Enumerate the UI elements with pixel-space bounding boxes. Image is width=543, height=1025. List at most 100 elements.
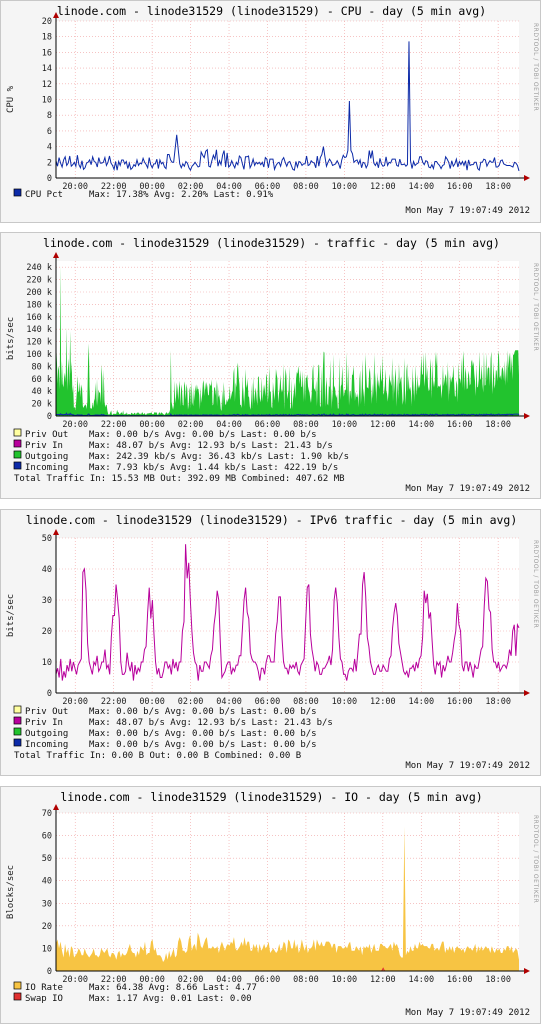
x-tick-label: 18:00 — [485, 420, 511, 430]
y-tick-label: 20 — [42, 922, 52, 932]
x-tick-label: 14:00 — [408, 182, 434, 192]
legend-stats: Max: 48.07 b/s Avg: 12.93 b/s Last: 21.4… — [89, 718, 333, 728]
timestamp: Mon May 7 19:07:49 2012 — [405, 206, 530, 216]
x-tick-label: 02:00 — [178, 697, 204, 707]
x-tick-label: 12:00 — [370, 420, 396, 430]
x-tick-label: 10:00 — [332, 182, 358, 192]
legend-label: Priv In — [25, 718, 63, 728]
watermark: RRDTOOL / TOBI OETIKER — [532, 540, 539, 628]
legend-label: Incoming — [25, 740, 68, 750]
x-tick-label: 18:00 — [485, 975, 511, 985]
chart-title: linode.com - linode31529 (linode31529) -… — [26, 513, 518, 527]
y-tick-label: 40 k — [32, 387, 52, 397]
y-tick-label: 18 — [42, 33, 52, 43]
chart-panel-io: linode.com - linode31529 (linode31529) -… — [0, 786, 541, 1024]
legend-swatch — [13, 992, 22, 1001]
legend-label: Priv Out — [25, 430, 68, 440]
x-tick-label: 02:00 — [178, 420, 204, 430]
y-axis-arrow — [53, 529, 59, 535]
y-tick-label: 240 k — [26, 263, 52, 273]
y-tick-label: 100 k — [26, 350, 52, 360]
legend-swatch — [13, 428, 22, 437]
watermark: RRDTOOL / TOBI OETIKER — [532, 23, 539, 111]
y-tick-label: 0 — [47, 967, 52, 977]
x-axis-arrow — [524, 413, 530, 419]
legend-label: Swap IO — [25, 994, 63, 1004]
chart-panel-traffic: linode.com - linode31529 (linode31529) -… — [0, 232, 541, 499]
legend-stats: Max: 242.39 kb/s Avg: 36.43 kb/s Last: 1… — [89, 452, 349, 462]
x-tick-label: 16:00 — [447, 697, 473, 707]
x-tick-label: 18:00 — [485, 182, 511, 192]
y-axis-arrow — [53, 804, 59, 810]
x-tick-label: 10:00 — [332, 420, 358, 430]
x-tick-label: 16:00 — [447, 420, 473, 430]
x-tick-label: 12:00 — [370, 697, 396, 707]
legend-swatch — [13, 727, 22, 736]
legend-stats: Max: 1.17 Avg: 0.01 Last: 0.00 — [89, 994, 252, 1004]
legend-label: Outgoing — [25, 729, 68, 739]
cpu-chart: linode.com - linode31529 (linode31529) -… — [6, 4, 539, 216]
x-tick-label: 06:00 — [255, 697, 281, 707]
y-tick-label: 8 — [47, 111, 52, 121]
x-tick-label: 20:00 — [62, 975, 88, 985]
y-tick-label: 60 — [42, 832, 52, 842]
x-axis-arrow — [524, 175, 530, 181]
x-tick-label: 12:00 — [370, 975, 396, 985]
legend-stats: Max: 0.00 b/s Avg: 0.00 b/s Last: 0.00 b… — [89, 740, 317, 750]
x-tick-label: 22:00 — [101, 420, 127, 430]
y-tick-label: 30 — [42, 596, 52, 606]
x-tick-label: 10:00 — [332, 697, 358, 707]
chart-panel-ipv6: linode.com - linode31529 (linode31529) -… — [0, 509, 541, 776]
legend-stats: Max: 0.00 b/s Avg: 0.00 b/s Last: 0.00 b… — [89, 707, 317, 717]
y-tick-label: 120 k — [26, 338, 52, 348]
y-tick-label: 12 — [42, 80, 52, 90]
legend-label: CPU Pct — [25, 190, 63, 200]
legend-label: Priv Out — [25, 707, 68, 717]
y-tick-label: 4 — [47, 143, 52, 153]
x-tick-label: 10:00 — [332, 975, 358, 985]
timestamp: Mon May 7 19:07:49 2012 — [405, 1008, 530, 1018]
y-tick-label: 0 — [47, 412, 52, 422]
x-tick-label: 20:00 — [62, 182, 88, 192]
chart-title: linode.com - linode31529 (linode31529) -… — [60, 790, 482, 804]
y-tick-label: 14 — [42, 64, 52, 74]
legend-swatch — [13, 705, 22, 714]
y-tick-label: 40 — [42, 877, 52, 887]
x-tick-label: 12:00 — [370, 182, 396, 192]
y-tick-label: 0 — [47, 174, 52, 184]
y-tick-label: 20 k — [32, 400, 52, 410]
watermark: RRDTOOL / TOBI OETIKER — [532, 815, 539, 903]
y-tick-label: 70 — [42, 809, 52, 819]
x-axis-arrow — [524, 968, 530, 974]
y-tick-label: 20 — [42, 17, 52, 27]
legend-stats: Max: 48.07 b/s Avg: 12.93 b/s Last: 21.4… — [89, 441, 333, 451]
chart-panel-cpu: linode.com - linode31529 (linode31529) -… — [0, 0, 541, 223]
x-tick-label: 22:00 — [101, 697, 127, 707]
timestamp: Mon May 7 19:07:49 2012 — [405, 484, 530, 494]
y-tick-label: 0 — [47, 689, 52, 699]
y-axis-label: bits/sec — [6, 317, 16, 360]
legend-label: Incoming — [25, 463, 68, 473]
legend-swatch — [13, 716, 22, 725]
x-tick-label: 08:00 — [293, 182, 319, 192]
y-tick-label: 10 — [42, 944, 52, 954]
legend-stats: Max: 17.38% Avg: 2.20% Last: 0.91% — [89, 190, 274, 200]
legend-swatch — [13, 981, 22, 990]
legend-swatch — [13, 461, 22, 470]
timestamp: Mon May 7 19:07:49 2012 — [405, 761, 530, 771]
chart-title: linode.com - linode31529 (linode31529) -… — [57, 4, 486, 18]
total-traffic: Total Traffic In: 15.53 MB Out: 392.09 M… — [14, 474, 345, 484]
x-tick-label: 08:00 — [293, 697, 319, 707]
y-tick-label: 160 k — [26, 313, 52, 323]
legend-label: Outgoing — [25, 452, 68, 462]
traffic-chart: linode.com - linode31529 (linode31529) -… — [6, 236, 539, 494]
y-tick-label: 200 k — [26, 288, 52, 298]
y-axis-label: bits/sec — [6, 594, 16, 637]
y-tick-label: 6 — [47, 127, 52, 137]
legend-label: Priv In — [25, 441, 63, 451]
legend-swatch — [13, 188, 22, 197]
x-tick-label: 20:00 — [62, 420, 88, 430]
x-tick-label: 00:00 — [139, 697, 165, 707]
x-tick-label: 14:00 — [408, 697, 434, 707]
y-tick-label: 50 — [42, 854, 52, 864]
